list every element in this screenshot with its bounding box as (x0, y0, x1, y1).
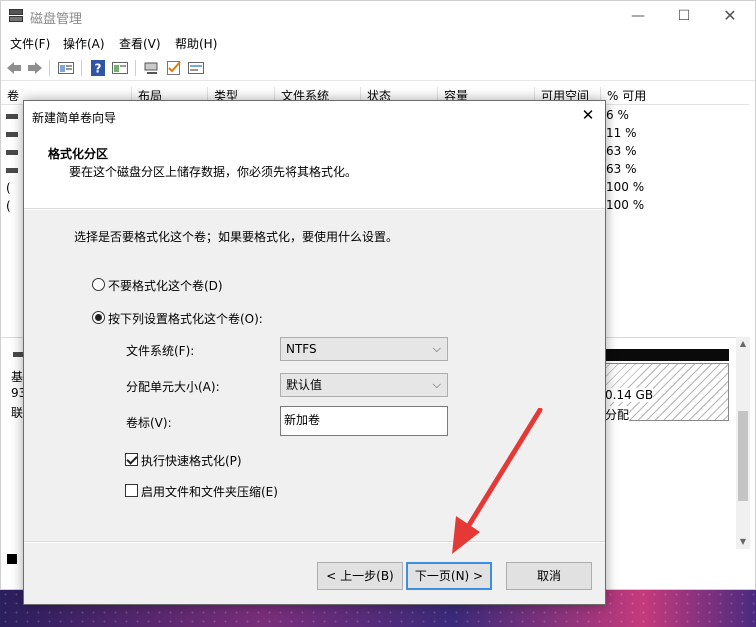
toolbar-separator (81, 60, 82, 76)
connect-icon[interactable] (143, 59, 161, 77)
percent-free-cell: 6 % (606, 108, 629, 122)
close-button[interactable]: ✕ (707, 4, 753, 28)
menu-bar: 文件(F) 操作(A) 查看(V) 帮助(H) (1, 31, 755, 53)
allocation-size-select[interactable]: 默认值 ⌵ (280, 373, 448, 397)
new-simple-volume-wizard: 新建简单卷向导 ✕ 格式化分区 要在这个磁盘分区上储存数据，你必须先将其格式化。… (23, 100, 606, 605)
volume-name: ( (6, 181, 11, 195)
dialog-title: 新建简单卷向导 (32, 111, 117, 125)
file-system-value: NTFS (286, 342, 317, 356)
dialog-body: 选择是否要格式化这个卷；如果要格式化，要使用什么设置。 不要格式化这个卷(D) … (24, 210, 605, 542)
percent-free-cell: 63 % (606, 144, 637, 158)
compression-checkbox[interactable] (125, 484, 138, 497)
volume-icon (6, 168, 18, 173)
quick-format-label[interactable]: 执行快速格式化(P) (141, 452, 242, 469)
dialog-close-button[interactable]: ✕ (579, 106, 597, 124)
toolbar-separator (49, 60, 50, 76)
scroll-down-icon[interactable]: ▼ (736, 535, 750, 549)
dialog-heading: 格式化分区 (48, 147, 109, 161)
scroll-up-icon[interactable]: ▲ (736, 337, 750, 351)
radio-format-label[interactable]: 按下列设置格式化这个卷(O): (108, 310, 263, 327)
help-icon[interactable]: ? (89, 59, 107, 77)
unallocated-status: 分配 (605, 406, 630, 423)
menu-view[interactable]: 查看(V) (119, 35, 161, 52)
chevron-down-icon: ⌵ (432, 342, 441, 355)
radio-button[interactable] (92, 278, 105, 291)
volume-name: ( (6, 199, 11, 213)
back-arrow-icon[interactable] (5, 59, 23, 77)
toolbar: ? (1, 55, 755, 81)
cancel-button[interactable]: 取消 (506, 562, 592, 590)
percent-free-cell: 63 % (606, 162, 637, 176)
format-instruction: 选择是否要格式化这个卷；如果要格式化，要使用什么设置。 (74, 230, 399, 244)
volume-label-input[interactable]: 新加卷 (280, 406, 448, 436)
menu-file[interactable]: 文件(F) (10, 35, 50, 52)
compression-label[interactable]: 启用文件和文件夹压缩(E) (141, 483, 278, 500)
file-system-label: 文件系统(F): (126, 344, 195, 358)
settings-icon[interactable] (187, 59, 205, 77)
quick-format-checkbox[interactable] (125, 453, 138, 466)
forward-arrow-icon[interactable] (26, 59, 44, 77)
volume-icon (6, 150, 18, 155)
svg-text:?: ? (95, 62, 102, 76)
file-system-select[interactable]: NTFS ⌵ (280, 337, 448, 361)
disk-management-icon (9, 9, 23, 22)
toolbar-separator (135, 60, 136, 76)
window-title: 磁盘管理 (30, 12, 83, 27)
percent-free-cell: 100 % (606, 198, 645, 212)
disk-list-icon[interactable] (57, 59, 75, 77)
allocation-size-label: 分配单元大小(A): (126, 380, 220, 394)
disk-status-label: 联 (11, 406, 24, 420)
dialog-subheading: 要在这个磁盘分区上储存数据，你必须先将其格式化。 (69, 165, 358, 179)
radio-no-format-label[interactable]: 不要格式化这个卷(D) (108, 277, 223, 294)
menu-help[interactable]: 帮助(H) (175, 35, 217, 52)
volume-label-label: 卷标(V): (126, 416, 172, 430)
percent-free-cell: 100 % (606, 180, 645, 194)
check-icon[interactable] (165, 59, 183, 77)
allocation-size-value: 默认值 (286, 378, 323, 392)
minimize-button[interactable]: — (615, 4, 661, 28)
percent-free-cell: 11 % (606, 126, 637, 140)
properties-icon[interactable] (111, 59, 129, 77)
menu-action[interactable]: 操作(A) (63, 35, 105, 52)
title-bar: 磁盘管理 — ☐ ✕ (1, 1, 755, 31)
unallocated-header-bar (601, 349, 729, 361)
disk-type-label: 基 (11, 370, 24, 384)
dialog-footer: < 上一步(B) 下一页(N) > 取消 (24, 543, 605, 604)
lower-pane-scrollbar[interactable]: ▲ ▼ (736, 337, 750, 549)
legend-swatch (7, 554, 17, 564)
next-button[interactable]: 下一页(N) > (406, 562, 492, 590)
chevron-down-icon: ⌵ (432, 378, 441, 391)
maximize-button[interactable]: ☐ (661, 4, 707, 28)
unallocated-size: 0.14 GB (605, 388, 654, 402)
radio-button-selected[interactable] (92, 311, 105, 324)
back-button[interactable]: < 上一步(B) (317, 562, 403, 590)
dialog-header: 格式化分区 要在这个磁盘分区上储存数据，你必须先将其格式化。 (24, 133, 605, 209)
scrollbar-thumb[interactable] (738, 411, 748, 501)
volume-icon (6, 114, 18, 119)
column-percent-free[interactable]: % 可用 (600, 87, 749, 105)
volume-icon (6, 132, 18, 137)
